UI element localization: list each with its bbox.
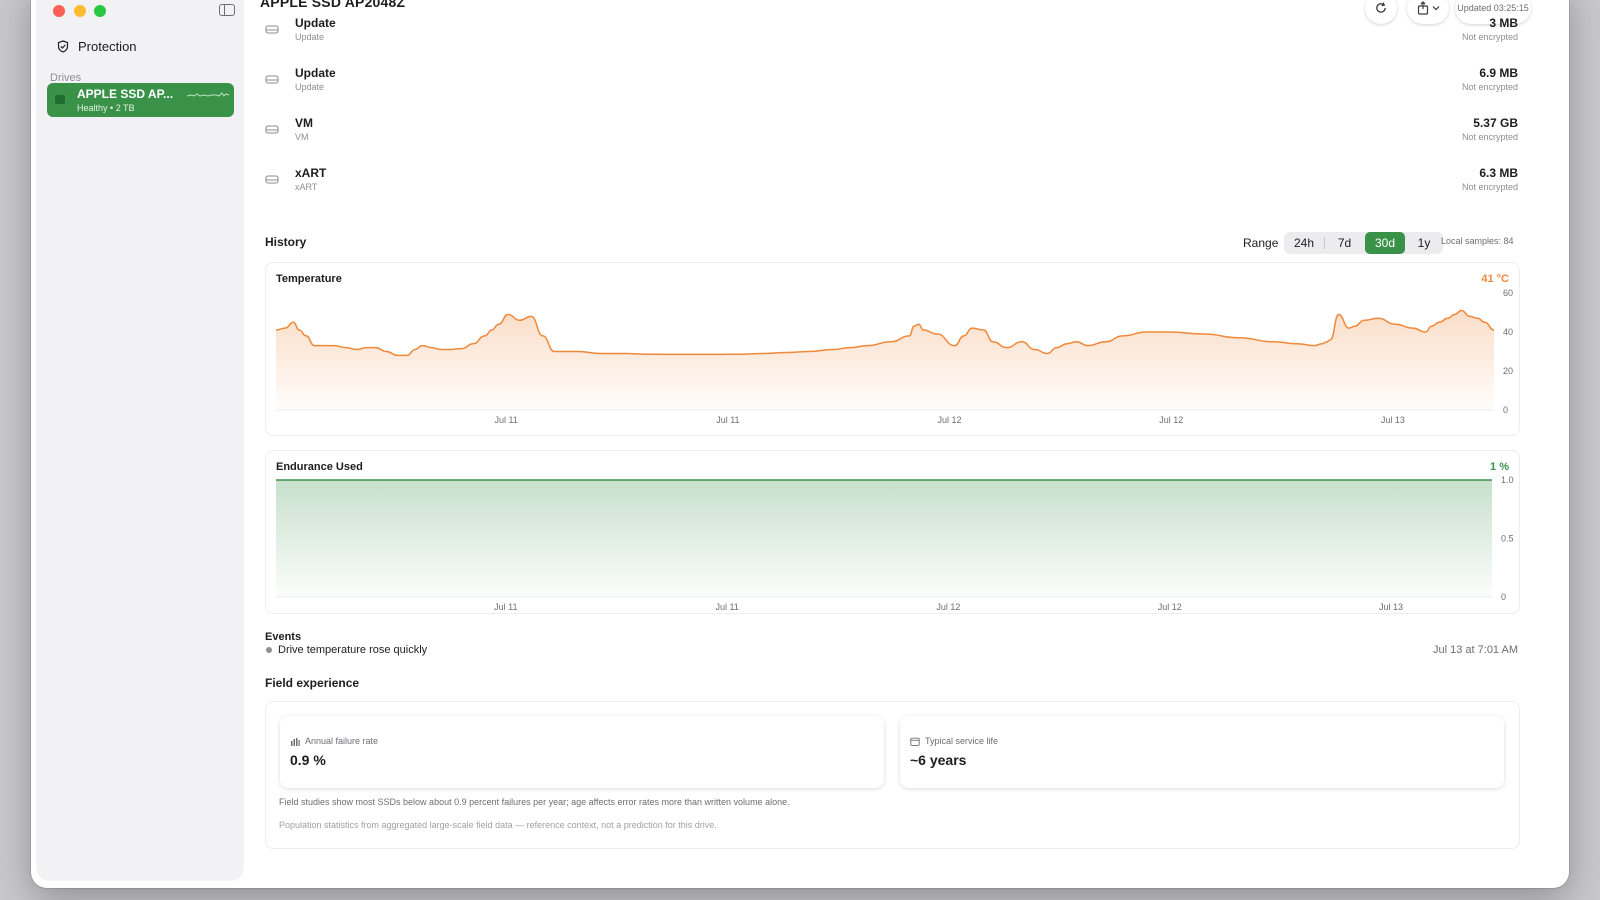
drive-capacity: 2 TB — [115, 103, 135, 113]
page-title: APPLE SSD AP2048Z — [260, 0, 406, 10]
event-bullet — [266, 647, 272, 653]
y-tick-label: 20 — [1503, 366, 1513, 376]
sidebar: Protection Drives APPLE SSD AP... Health… — [37, 0, 243, 880]
volume-subtitle: xART — [295, 182, 318, 192]
close-window-button[interactable] — [53, 5, 65, 17]
volume-row[interactable]: VM VM 5.37 GB Not encrypted — [265, 113, 1518, 153]
volume-name: xART — [295, 166, 327, 180]
current-endurance: 1 % — [1490, 461, 1509, 473]
volume-row[interactable]: Update Update 6.9 MB Not encrypted — [265, 63, 1518, 103]
volume-encryption: Not encrypted — [1461, 82, 1518, 92]
drive-icon — [55, 95, 65, 104]
volume-size: 5.37 GB — [1473, 116, 1518, 130]
range-segmented-control: 24h 7d 30d 1y — [1284, 232, 1443, 254]
x-tick-label: Jul 13 — [1379, 602, 1403, 612]
volume-size: 6.9 MB — [1479, 66, 1518, 80]
x-tick-label: Jul 12 — [938, 415, 962, 425]
zoom-window-button[interactable] — [94, 5, 106, 17]
volume-name: VM — [295, 116, 313, 130]
range-30d-button[interactable]: 30d — [1365, 232, 1405, 254]
volume-name: Update — [295, 66, 336, 80]
stat-label-text: Annual failure rate — [305, 736, 379, 746]
stat-value: ~6 years — [910, 752, 967, 768]
event-text: Drive temperature rose quickly — [278, 644, 428, 656]
volume-subtitle: Update — [295, 82, 325, 92]
volume-drive-icon — [265, 25, 279, 34]
volume-subtitle: VM — [295, 132, 309, 142]
event-time: Jul 13 at 7:01 AM — [1433, 644, 1518, 656]
y-tick-label: 60 — [1503, 288, 1513, 298]
field-source-note: Population statistics from aggregated la… — [279, 820, 717, 830]
endurance-chart: 0 0.5 1.0 Jul 11 Jul 11 Jul 12 Jul 12 Jul 13 — [276, 475, 1514, 612]
stat-value: 0.9 % — [290, 752, 326, 768]
range-label: Range — [1243, 236, 1279, 250]
chart-title: Endurance Used — [276, 461, 363, 473]
x-tick-label: Jul 12 — [936, 602, 960, 612]
current-temperature: 41 °C — [1481, 273, 1509, 285]
stat-label-text: Typical service life — [925, 736, 999, 746]
x-tick-label: Jul 11 — [495, 415, 518, 425]
minimize-window-button[interactable] — [74, 5, 86, 17]
x-tick-label: Jul 11 — [716, 415, 739, 425]
volume-drive-icon — [265, 75, 279, 84]
range-7d-button[interactable]: 7d — [1325, 232, 1364, 254]
sidebar-item-label: Protection — [78, 39, 137, 54]
volume-drive-icon — [265, 175, 279, 184]
local-samples-count: Local samples: 84 — [1441, 236, 1514, 246]
y-tick-label: 40 — [1503, 327, 1513, 337]
history-title: History — [265, 235, 307, 249]
field-experience-title: Field experience — [265, 676, 360, 690]
main-content: APPLE SSD AP2048Z Updated 03:25:15 Updat… — [243, 0, 1569, 888]
volume-row[interactable]: Update Update 3 MB Not encrypted — [265, 13, 1518, 53]
app-window: Protection Drives APPLE SSD AP... Health… — [31, 0, 1569, 888]
field-experience-card: Annual failure rate 0.9 % Typical servic… — [265, 701, 1520, 849]
events-title: Events — [265, 631, 302, 643]
x-tick-label: Jul 12 — [1158, 602, 1182, 612]
x-tick-label: Jul 11 — [494, 602, 517, 612]
range-1y-button[interactable]: 1y — [1405, 232, 1443, 254]
temperature-chart-card: 0 20 40 60 Jul 11 Jul 11 Jul 12 Jul 12 Jul 13 Te… — [265, 262, 1520, 436]
calendar-icon — [910, 737, 920, 746]
volume-encryption: Not encrypted — [1461, 182, 1518, 192]
drive-health: Healthy — [77, 103, 108, 113]
area-fill — [276, 310, 1494, 410]
volume-name: Update — [295, 16, 336, 30]
y-tick-label: 0 — [1503, 405, 1508, 415]
sidebar-item-protection[interactable]: Protection — [57, 39, 137, 54]
drive-name: APPLE SSD AP... — [77, 87, 174, 101]
annual-failure-rate-card: Annual failure rate 0.9 % — [280, 716, 884, 788]
x-tick-label: Jul 11 — [715, 602, 738, 612]
volume-row[interactable]: xART xART 6.3 MB Not encrypted — [265, 163, 1518, 203]
volume-size: 3 MB — [1489, 16, 1518, 30]
temperature-sparkline — [186, 92, 230, 97]
volume-encryption: Not encrypted — [1461, 32, 1518, 42]
service-life-card: Typical service life ~6 years — [900, 716, 1504, 788]
chart-title: Temperature — [276, 273, 342, 285]
y-tick-label: 1.0 — [1501, 475, 1514, 485]
volume-size: 6.3 MB — [1479, 166, 1518, 180]
volume-drive-icon — [265, 125, 279, 134]
x-tick-label: Jul 13 — [1381, 415, 1405, 425]
endurance-chart-card: 0 0.5 1.0 Jul 11 Jul 11 Jul 12 Jul 12 Jul 13 En… — [265, 450, 1520, 614]
volume-encryption: Not encrypted — [1461, 132, 1518, 142]
stat-label: Annual failure rate — [290, 736, 378, 746]
area-fill — [276, 480, 1492, 597]
range-24h-button[interactable]: 24h — [1284, 232, 1324, 254]
sidebar-item-drive[interactable]: APPLE SSD AP... Healthy • 2 TB — [47, 83, 234, 117]
y-tick-label: 0 — [1501, 592, 1506, 602]
shield-check-icon — [57, 40, 69, 53]
field-note: Field studies show most SSDs below about… — [279, 797, 790, 807]
x-tick-label: Jul 12 — [1159, 415, 1183, 425]
sidebar-toggle-icon[interactable] — [219, 4, 235, 16]
volume-subtitle: Update — [295, 32, 325, 42]
temperature-chart: 0 20 40 60 Jul 11 Jul 11 Jul 12 Jul 12 Jul 13 — [275, 288, 1513, 425]
chevron-down-icon — [1432, 6, 1439, 11]
drive-status-line: Healthy • 2 TB — [77, 103, 135, 113]
bar-chart-icon — [291, 737, 300, 746]
stat-label: Typical service life — [910, 736, 998, 746]
y-tick-label: 0.5 — [1501, 534, 1514, 544]
